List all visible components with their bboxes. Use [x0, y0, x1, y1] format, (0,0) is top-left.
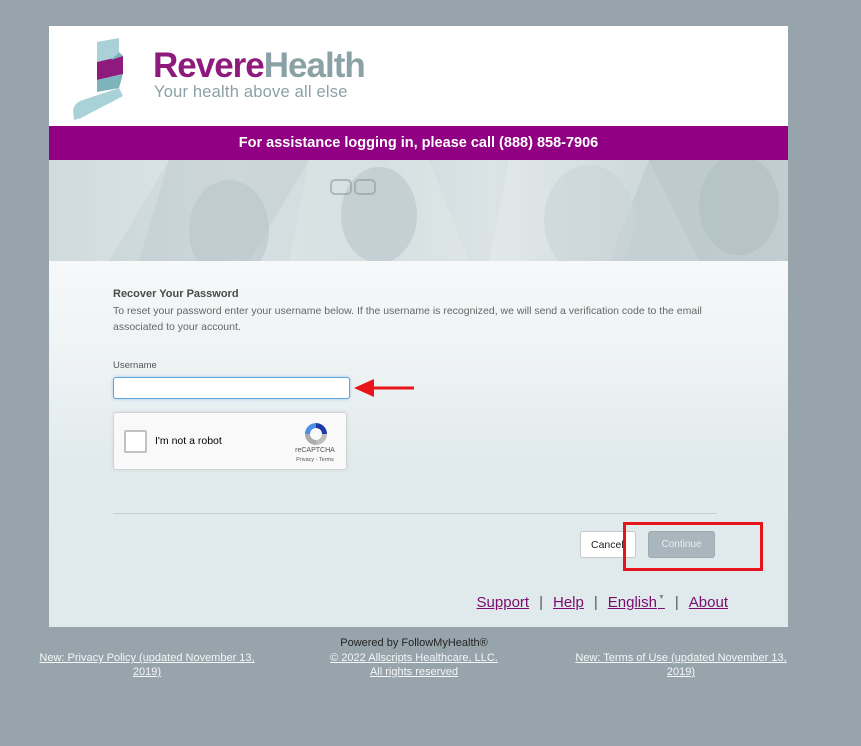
form-title: Recover Your Password — [113, 288, 239, 300]
separator: | — [593, 594, 598, 611]
separator: | — [674, 594, 679, 611]
recover-password-form: Recover Your Password To reset your pass… — [49, 261, 788, 627]
continue-button[interactable]: Continue — [648, 531, 715, 558]
copyright-link[interactable]: © 2022 Allscripts Healthcare, LLC. — [314, 651, 514, 665]
separator: | — [539, 594, 543, 611]
username-input[interactable] — [113, 377, 350, 399]
terms-of-use-link[interactable]: New: Terms of Use (updated November 13, … — [570, 651, 792, 679]
cancel-button[interactable]: Cancel — [580, 531, 636, 558]
support-link[interactable]: Support — [477, 594, 530, 611]
brand-name: RevereHealth — [153, 46, 366, 86]
brand-tagline: Your health above all else — [154, 83, 348, 101]
help-link[interactable]: Help — [553, 594, 584, 611]
powered-by-text: Powered by FollowMyHealth® — [340, 637, 488, 649]
recaptcha-privacy-terms[interactable]: Privacy - Terms — [290, 457, 340, 463]
hero-photo-background — [49, 160, 788, 261]
username-label: Username — [113, 360, 157, 371]
form-divider — [113, 513, 717, 514]
login-card: RevereHealth Your health above all else … — [49, 26, 788, 627]
recaptcha-logo-icon — [305, 423, 327, 445]
rights-link[interactable]: All rights reserved — [314, 665, 514, 679]
language-selector[interactable]: English▼ — [608, 594, 665, 611]
brand-name-revere: Revere — [153, 46, 265, 85]
recaptcha-label: I'm not a robot — [155, 435, 222, 447]
revere-health-logo-icon — [73, 38, 123, 120]
brand-name-health: Health — [263, 46, 366, 85]
recaptcha-checkbox[interactable] — [124, 430, 147, 453]
caret-down-icon: ▼ — [657, 594, 665, 601]
language-label: English — [607, 594, 657, 611]
about-link[interactable]: About — [689, 594, 728, 611]
assistance-banner: For assistance logging in, please call (… — [49, 126, 788, 160]
powered-by: Powered by FollowMyHealth® © 2022 Allscr… — [314, 636, 514, 679]
form-description: To reset your password enter your userna… — [113, 305, 702, 333]
red-arrow-annotation-icon — [354, 379, 414, 397]
privacy-policy-link[interactable]: New: Privacy Policy (updated November 13… — [36, 651, 258, 679]
page-footer: New: Privacy Policy (updated November 13… — [0, 627, 861, 746]
hero-image — [49, 160, 788, 261]
header: RevereHealth Your health above all else — [49, 26, 788, 126]
recaptcha-widget: I'm not a robot reCAPTCHA Privacy - Term… — [113, 412, 347, 470]
recaptcha-brand: reCAPTCHA — [295, 447, 335, 454]
footer-links: Support | Help | English▼ | About — [477, 594, 728, 611]
